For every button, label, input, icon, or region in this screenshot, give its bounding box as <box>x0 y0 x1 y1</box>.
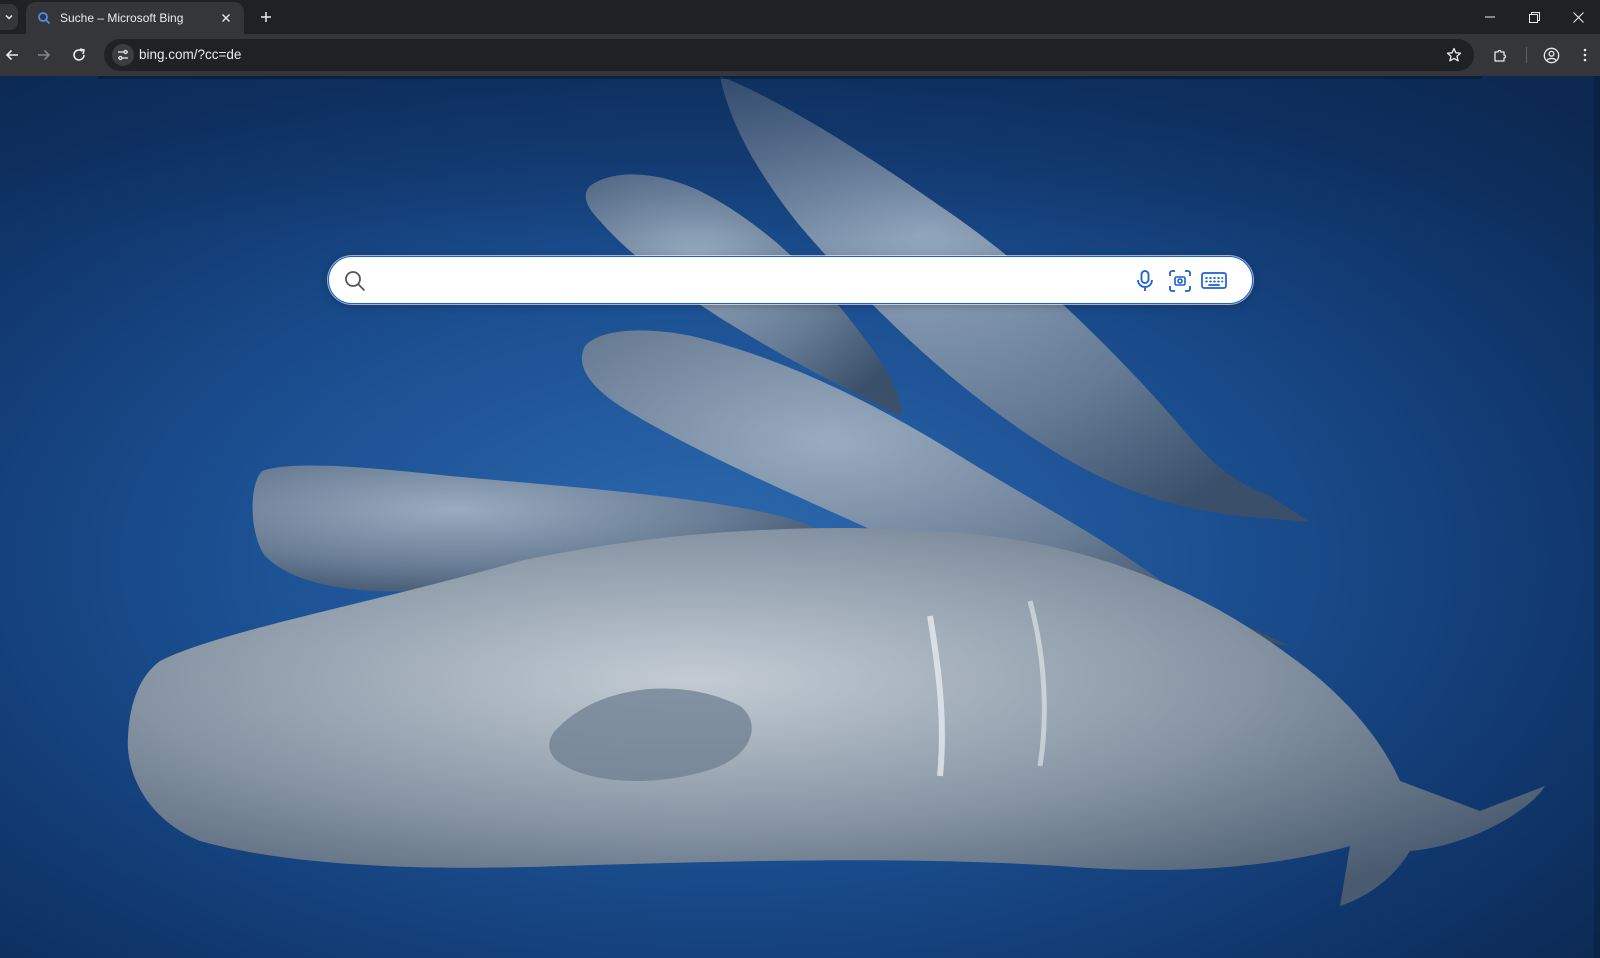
window-controls <box>1468 0 1600 34</box>
reload-button[interactable] <box>67 43 91 67</box>
restore-icon <box>1528 11 1540 23</box>
arrow-right-icon <box>38 49 51 61</box>
visual-search-icon[interactable] <box>1167 268 1193 294</box>
page-load-strip <box>98 76 1482 79</box>
forward-button[interactable] <box>32 43 56 67</box>
extensions-button[interactable] <box>1489 43 1513 67</box>
plus-icon <box>261 12 271 22</box>
close-window-button[interactable] <box>1556 0 1600 34</box>
puzzle-icon <box>1494 49 1507 62</box>
reload-icon <box>73 48 85 61</box>
new-tab-button[interactable] <box>256 7 276 27</box>
tab-strip: Suche – Microsoft Bing <box>0 0 1600 34</box>
restore-button[interactable] <box>1512 0 1556 34</box>
tune-icon <box>118 49 128 61</box>
scrollbar[interactable] <box>1594 76 1600 958</box>
toolbar-divider <box>1526 47 1527 63</box>
close-icon <box>1572 11 1584 23</box>
search-box[interactable] <box>328 256 1253 304</box>
profile-button[interactable] <box>1539 43 1563 67</box>
close-icon[interactable] <box>218 10 234 26</box>
profile-icon <box>1543 47 1559 63</box>
kebab-menu-icon <box>1583 48 1587 62</box>
bing-search-icon <box>36 10 52 26</box>
url-text[interactable]: bing.com/?cc=de <box>139 47 241 62</box>
minimize-icon <box>1485 16 1495 18</box>
microphone-icon[interactable] <box>1132 268 1158 294</box>
back-button[interactable] <box>0 43 24 67</box>
browser-toolbar: bing.com/?cc=de <box>0 34 1600 76</box>
menu-button[interactable] <box>1573 43 1597 67</box>
whale-background-image <box>0 76 1600 906</box>
keyboard-icon[interactable] <box>1201 268 1227 294</box>
tab-active[interactable]: Suche – Microsoft Bing <box>26 2 244 34</box>
star-icon[interactable] <box>1444 45 1464 65</box>
site-info-button[interactable] <box>112 44 134 66</box>
chevron-down-icon <box>5 14 13 20</box>
arrow-left-icon <box>5 49 18 61</box>
minimize-button[interactable] <box>1468 0 1512 34</box>
browser-window: Suche – Microsoft Bing bing.com/?cc=de <box>0 0 1600 958</box>
page-content <box>0 76 1600 958</box>
address-bar[interactable]: bing.com/?cc=de <box>104 39 1474 71</box>
tab-list-button[interactable] <box>0 4 18 30</box>
search-icon[interactable] <box>343 269 367 293</box>
tab-title: Suche – Microsoft Bing <box>60 11 184 25</box>
search-input[interactable] <box>379 265 1123 297</box>
